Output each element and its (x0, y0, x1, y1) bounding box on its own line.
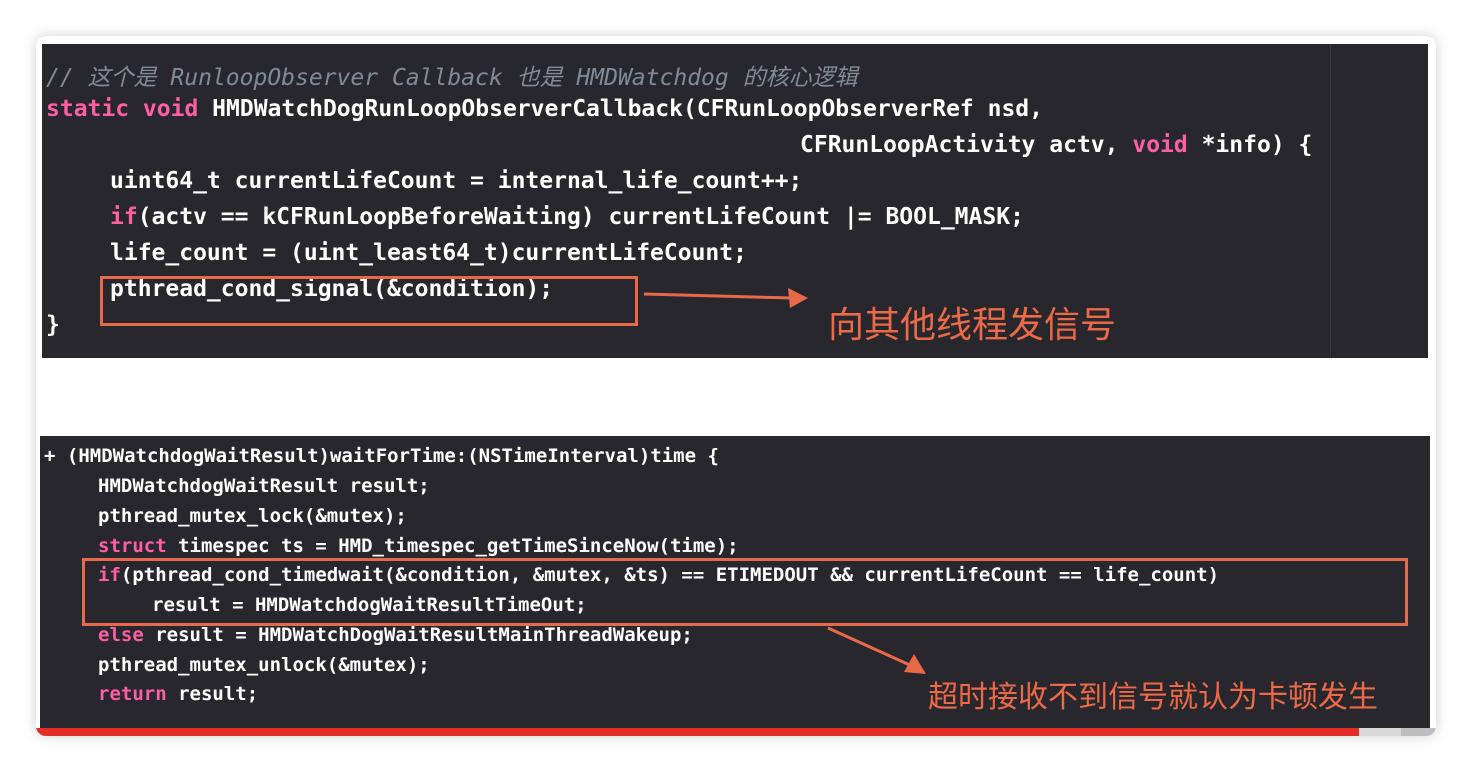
progress-played (36, 728, 1359, 736)
arrow-icon (827, 626, 926, 674)
else-expr: result = HMDWatchDogWaitResultMainThread… (143, 624, 693, 646)
code-panel-observer-callback: // 这个是 RunloopObserver Callback 也是 HMDWa… (42, 44, 1428, 358)
code-panel-wait-for-time: + (HMDWatchdogWaitResult)waitForTime:(NS… (40, 436, 1430, 728)
code-line-mutex-lock: pthread_mutex_lock(&mutex); (98, 505, 407, 527)
keyword-return: return (98, 683, 167, 705)
keyword-struct: struct (98, 535, 167, 557)
keyword-static-void: static void (46, 96, 213, 122)
if-condition: (actv == kCFRunLoopBeforeWaiting) curren… (137, 204, 1024, 230)
code-line-if-before-waiting: if(actv == kCFRunLoopBeforeWaiting) curr… (110, 204, 1024, 230)
video-frame: // 这个是 RunloopObserver Callback 也是 HMDWa… (36, 36, 1436, 736)
param-actv: CFRunLoopActivity actv, (800, 132, 1133, 158)
arrow-icon (643, 288, 808, 308)
highlight-box-timedwait (82, 558, 1408, 626)
highlight-box-cond-signal (100, 276, 638, 326)
video-progress-bar[interactable] (36, 728, 1436, 736)
progress-buffered (1359, 728, 1401, 736)
code-line-params: CFRunLoopActivity actv, void *info) { (800, 132, 1312, 158)
editor-page-guide (1330, 44, 1331, 358)
keyword-else: else (98, 624, 144, 646)
code-line-life-count-increment: uint64_t currentLifeCount = internal_lif… (110, 168, 803, 194)
code-line-return-result: return result; (98, 683, 258, 705)
code-line-timespec: struct timespec ts = HMD_timespec_getTim… (98, 535, 739, 557)
code-line-method-signature: + (HMDWatchdogWaitResult)waitForTime:(NS… (44, 445, 719, 467)
code-line-function-signature: static void HMDWatchDogRunLoopObserverCa… (46, 96, 1043, 122)
timespec-expr: timespec ts = HMD_timespec_getTimeSinceN… (166, 535, 739, 557)
keyword-void: void (1132, 132, 1188, 158)
code-line-else-wakeup: else result = HMDWatchDogWaitResultMainT… (98, 624, 693, 646)
code-line-life-count-assign: life_count = (uint_least64_t)currentLife… (110, 240, 747, 266)
code-line-closing-brace: } (46, 312, 60, 338)
keyword-if: if (110, 204, 138, 230)
code-comment: // 这个是 RunloopObserver Callback 也是 HMDWa… (46, 65, 858, 91)
annotation-timeout-means-stall: 超时接收不到信号就认为卡顿发生 (928, 680, 1378, 715)
function-name: HMDWatchDogRunLoopObserverCallback(CFRun… (212, 96, 1044, 122)
code-line-mutex-unlock: pthread_mutex_unlock(&mutex); (98, 654, 430, 676)
annotation-signal-other-threads: 向其他线程发信号 (828, 305, 1117, 346)
return-expr: result; (166, 683, 259, 705)
param-info: *info) { (1187, 132, 1313, 158)
code-line-result-decl: HMDWatchdogWaitResult result; (98, 475, 430, 497)
